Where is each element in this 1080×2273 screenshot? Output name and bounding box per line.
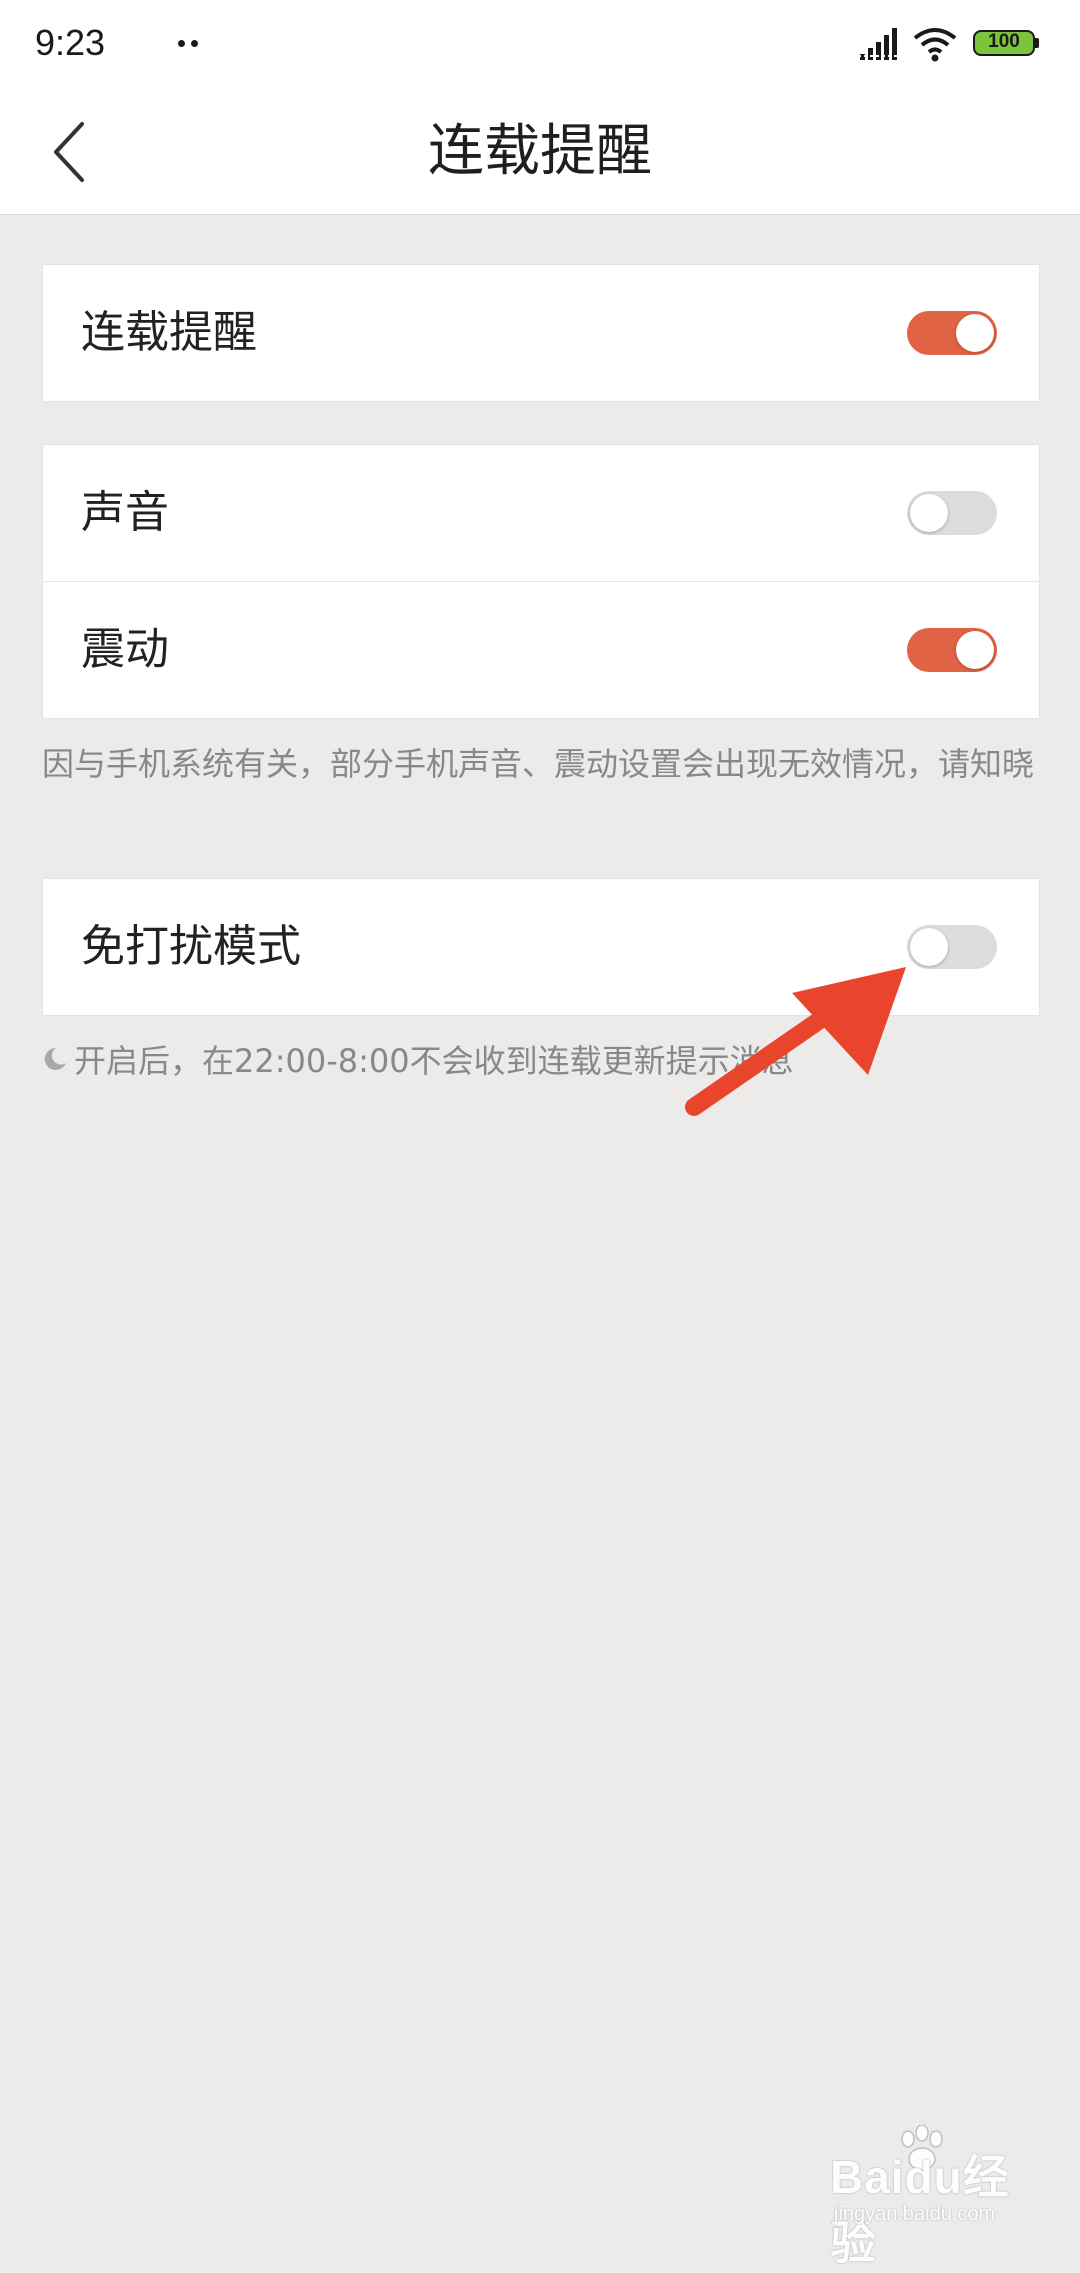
- watermark-site: jingyan.baidu.com: [834, 2203, 996, 2225]
- reminder-toggle[interactable]: [907, 311, 997, 355]
- wifi-icon: [913, 28, 957, 62]
- sound-toggle[interactable]: [907, 491, 997, 535]
- dnd-toggle[interactable]: [907, 925, 997, 969]
- system-note: 因与手机系统有关，部分手机声音、震动设置会出现无效情况，请知晓: [42, 745, 1035, 783]
- status-time: 9:23: [35, 22, 106, 63]
- moon-icon: [44, 1047, 66, 1070]
- baidu-watermark: Baidu经验 jingyan.baidu.com: [820, 2125, 1040, 2269]
- toggle-knob: [956, 631, 994, 669]
- battery-level: 100: [988, 31, 1020, 52]
- nav-bar: 连载提醒: [0, 90, 1080, 215]
- signal-icon: [858, 28, 902, 60]
- annotation-arrow-icon: [685, 967, 906, 1116]
- dnd-label: 免打扰模式: [81, 921, 301, 972]
- sound-vibration-card: 声音 震动: [42, 444, 1040, 719]
- notification-dots-icon: [178, 40, 202, 48]
- battery-icon: 100: [973, 30, 1039, 56]
- status-bar: 9:23 100: [0, 0, 1080, 90]
- reminder-label: 连载提醒: [81, 307, 257, 358]
- vibration-toggle[interactable]: [907, 628, 997, 672]
- vibration-row: 震动: [43, 581, 1039, 718]
- toggle-knob: [956, 314, 994, 352]
- sound-row: 声音: [43, 445, 1039, 581]
- page-title: 连载提醒: [428, 119, 652, 184]
- sound-label: 声音: [81, 487, 169, 538]
- reminder-row: 连载提醒: [43, 265, 1039, 401]
- reminder-card: 连载提醒: [42, 264, 1040, 402]
- toggle-knob: [910, 494, 948, 532]
- vibration-label: 震动: [81, 624, 169, 675]
